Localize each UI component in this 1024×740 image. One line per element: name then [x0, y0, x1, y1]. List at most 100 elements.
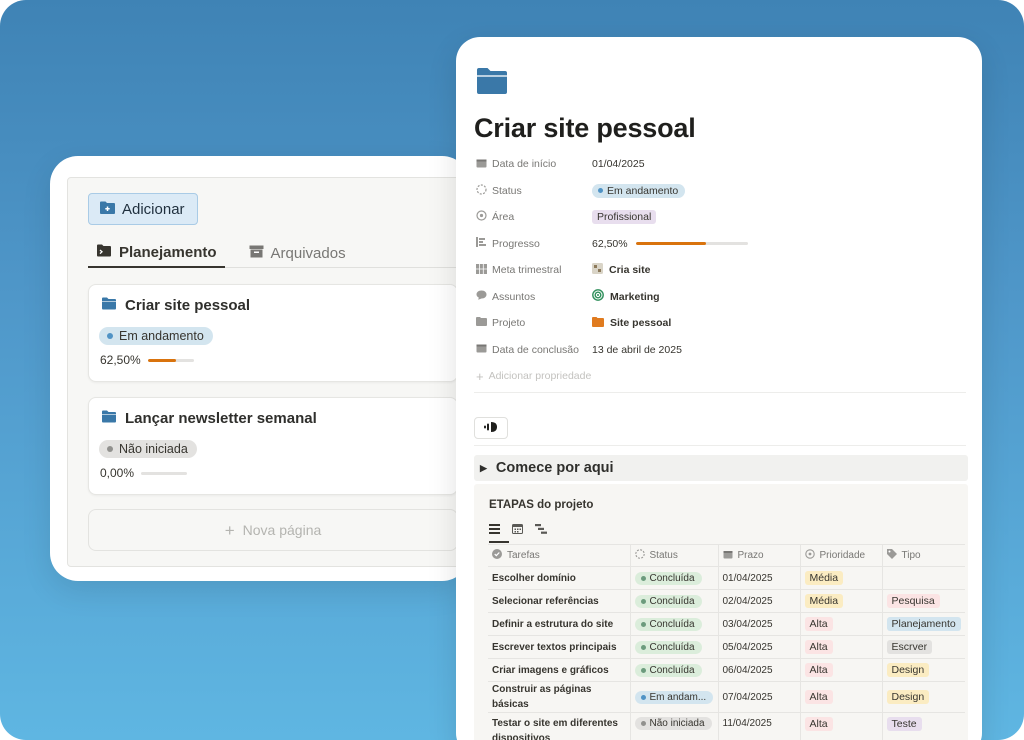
priority-tag: Média	[804, 594, 844, 608]
column-header[interactable]: Prioridade	[799, 544, 882, 567]
projects-panel: Adicionar Planejamento Arquivados Criar …	[50, 156, 470, 581]
table-row[interactable]: Criar imagens e gráficos Concluída 06/04…	[488, 658, 965, 682]
property-value: 01/04/2025	[592, 158, 645, 171]
priority-cell: Média	[799, 589, 882, 613]
priority-cell: Alta	[799, 612, 882, 636]
status-cell: Concluída	[629, 658, 718, 682]
property-start-date[interactable]: Data de início 01/04/2025	[476, 151, 966, 178]
add-property-button[interactable]: + Adicionar propriedade	[476, 363, 966, 390]
property-value: Profissional	[592, 210, 657, 225]
property-project[interactable]: Projeto Site pessoal	[476, 310, 966, 337]
column-header[interactable]: Prazo	[717, 544, 800, 567]
table-row[interactable]: Construir as páginas básicas Em andam...…	[488, 681, 965, 713]
table-row[interactable]: Escrever textos principais Concluída 05/…	[488, 635, 965, 659]
tab-planejamento[interactable]: Planejamento	[88, 238, 225, 268]
triangle-right-icon: ▶	[480, 462, 487, 473]
status-text: Concluída	[649, 618, 695, 630]
task-name: Construir as páginas básicas	[488, 681, 630, 713]
type-cell: Teste	[881, 712, 965, 740]
project-page: Criar site pessoal Data de início 01/04/…	[456, 37, 982, 740]
type-tag: Planejamento	[886, 617, 961, 631]
folder-icon[interactable]	[476, 67, 508, 100]
task-name: Selecionar referências	[488, 589, 630, 613]
priority-cell: Alta	[799, 681, 882, 713]
status-text: Concluída	[649, 664, 695, 676]
column-header[interactable]: Status	[629, 544, 718, 567]
folder-icon	[101, 410, 117, 427]
view-tabs: Planejamento Arquivados	[88, 238, 469, 268]
deadline-cell: 03/04/2025	[717, 612, 800, 636]
status-text: Não iniciada	[649, 718, 705, 729]
table-row[interactable]: Escolher domínio Concluída 01/04/2025 Mé…	[488, 566, 965, 590]
task-name: Escolher domínio	[488, 566, 630, 590]
status-dot-icon	[107, 333, 113, 339]
goal-icon	[592, 263, 603, 277]
property-value: 13 de abril de 2025	[592, 343, 682, 356]
status-cell: Concluída	[629, 635, 718, 659]
project-card[interactable]: Criar site pessoal Em andamento 62,50%	[88, 284, 458, 382]
column-header[interactable]: Tarefas	[488, 544, 630, 567]
type-cell: Design	[881, 681, 965, 713]
priority-tag: Média	[804, 571, 844, 585]
column-header[interactable]: Tipo	[881, 544, 965, 567]
status-dot-icon	[640, 721, 646, 726]
table-row[interactable]: Definir a estrutura do site Concluída 03…	[488, 612, 965, 636]
table-row[interactable]: Testar o site em diferentes dispositivos…	[488, 712, 965, 740]
progress-bar	[141, 471, 188, 475]
tab-arquivados[interactable]: Arquivados	[241, 238, 354, 268]
folder-add-icon	[99, 200, 116, 219]
priority-tag: Alta	[804, 717, 833, 731]
property-end-date[interactable]: Data de conclusão 13 de abril de 2025	[476, 337, 966, 364]
column-label: Tipo	[901, 550, 921, 561]
property-subjects[interactable]: Assuntos Marketing	[476, 284, 966, 311]
type-tag: Design	[886, 663, 930, 677]
tag-icon	[886, 549, 897, 562]
new-page-button[interactable]: + Nova página	[88, 509, 458, 551]
property-progress[interactable]: Progresso 62,50%	[476, 231, 966, 258]
folder-icon	[96, 244, 112, 261]
audio-button[interactable]	[474, 417, 508, 439]
plus-icon: +	[224, 520, 235, 540]
status-badge: Não iniciada	[99, 439, 197, 458]
property-label: Progresso	[492, 237, 540, 250]
status-text: Concluída	[649, 641, 695, 653]
property-label: Área	[492, 211, 515, 224]
active-view-indicator	[489, 541, 509, 543]
property-quarterly-goal[interactable]: Meta trimestral Cria site	[476, 257, 966, 284]
progress: 62,50%	[100, 353, 194, 367]
status-text: Em andamento	[119, 329, 204, 343]
add-button[interactable]: Adicionar	[88, 193, 198, 225]
table-view-icon[interactable]	[489, 521, 500, 539]
folder-icon	[101, 297, 117, 314]
priority-tag: Alta	[804, 663, 833, 677]
toggle-block[interactable]: ▶ Comece por aqui	[474, 455, 968, 481]
property-area[interactable]: Área Profissional	[476, 204, 966, 231]
property-value: Site pessoal	[610, 317, 672, 330]
timeline-view-icon[interactable]	[535, 521, 547, 539]
progress-label: 62,50%	[100, 353, 141, 367]
tab-label: Arquivados	[270, 244, 346, 262]
table-row[interactable]: Selecionar referências Concluída 02/04/2…	[488, 589, 965, 613]
check-circle-icon	[492, 549, 502, 562]
project-card[interactable]: Lançar newsletter semanal Não iniciada 0…	[88, 397, 458, 495]
deadline-cell: 07/04/2025	[717, 681, 800, 713]
status-dot-icon	[107, 446, 113, 452]
property-status[interactable]: Status Em andamento	[476, 178, 966, 205]
status-badge: Em andamento	[99, 326, 213, 345]
deadline-cell: 11/04/2025	[717, 712, 800, 740]
status-icon	[634, 549, 645, 562]
calendar-icon	[476, 343, 487, 356]
progress-bar-fill	[147, 358, 177, 362]
progress-label: 0,00%	[100, 466, 135, 480]
deadline-cell: 06/04/2025	[717, 658, 800, 682]
calendar-view-icon[interactable]	[512, 521, 523, 539]
status-dot-icon	[640, 598, 646, 604]
status-text: Concluída	[649, 572, 695, 584]
status-text: Em andam...	[649, 691, 707, 703]
task-name: Escrever textos principais	[488, 635, 630, 659]
status-dot-icon	[640, 644, 646, 650]
toggle-label: Comece por aqui	[495, 460, 614, 476]
card-title: Criar site pessoal	[101, 297, 250, 314]
property-label: Meta trimestral	[492, 264, 562, 277]
status-text: Concluída	[649, 595, 695, 607]
